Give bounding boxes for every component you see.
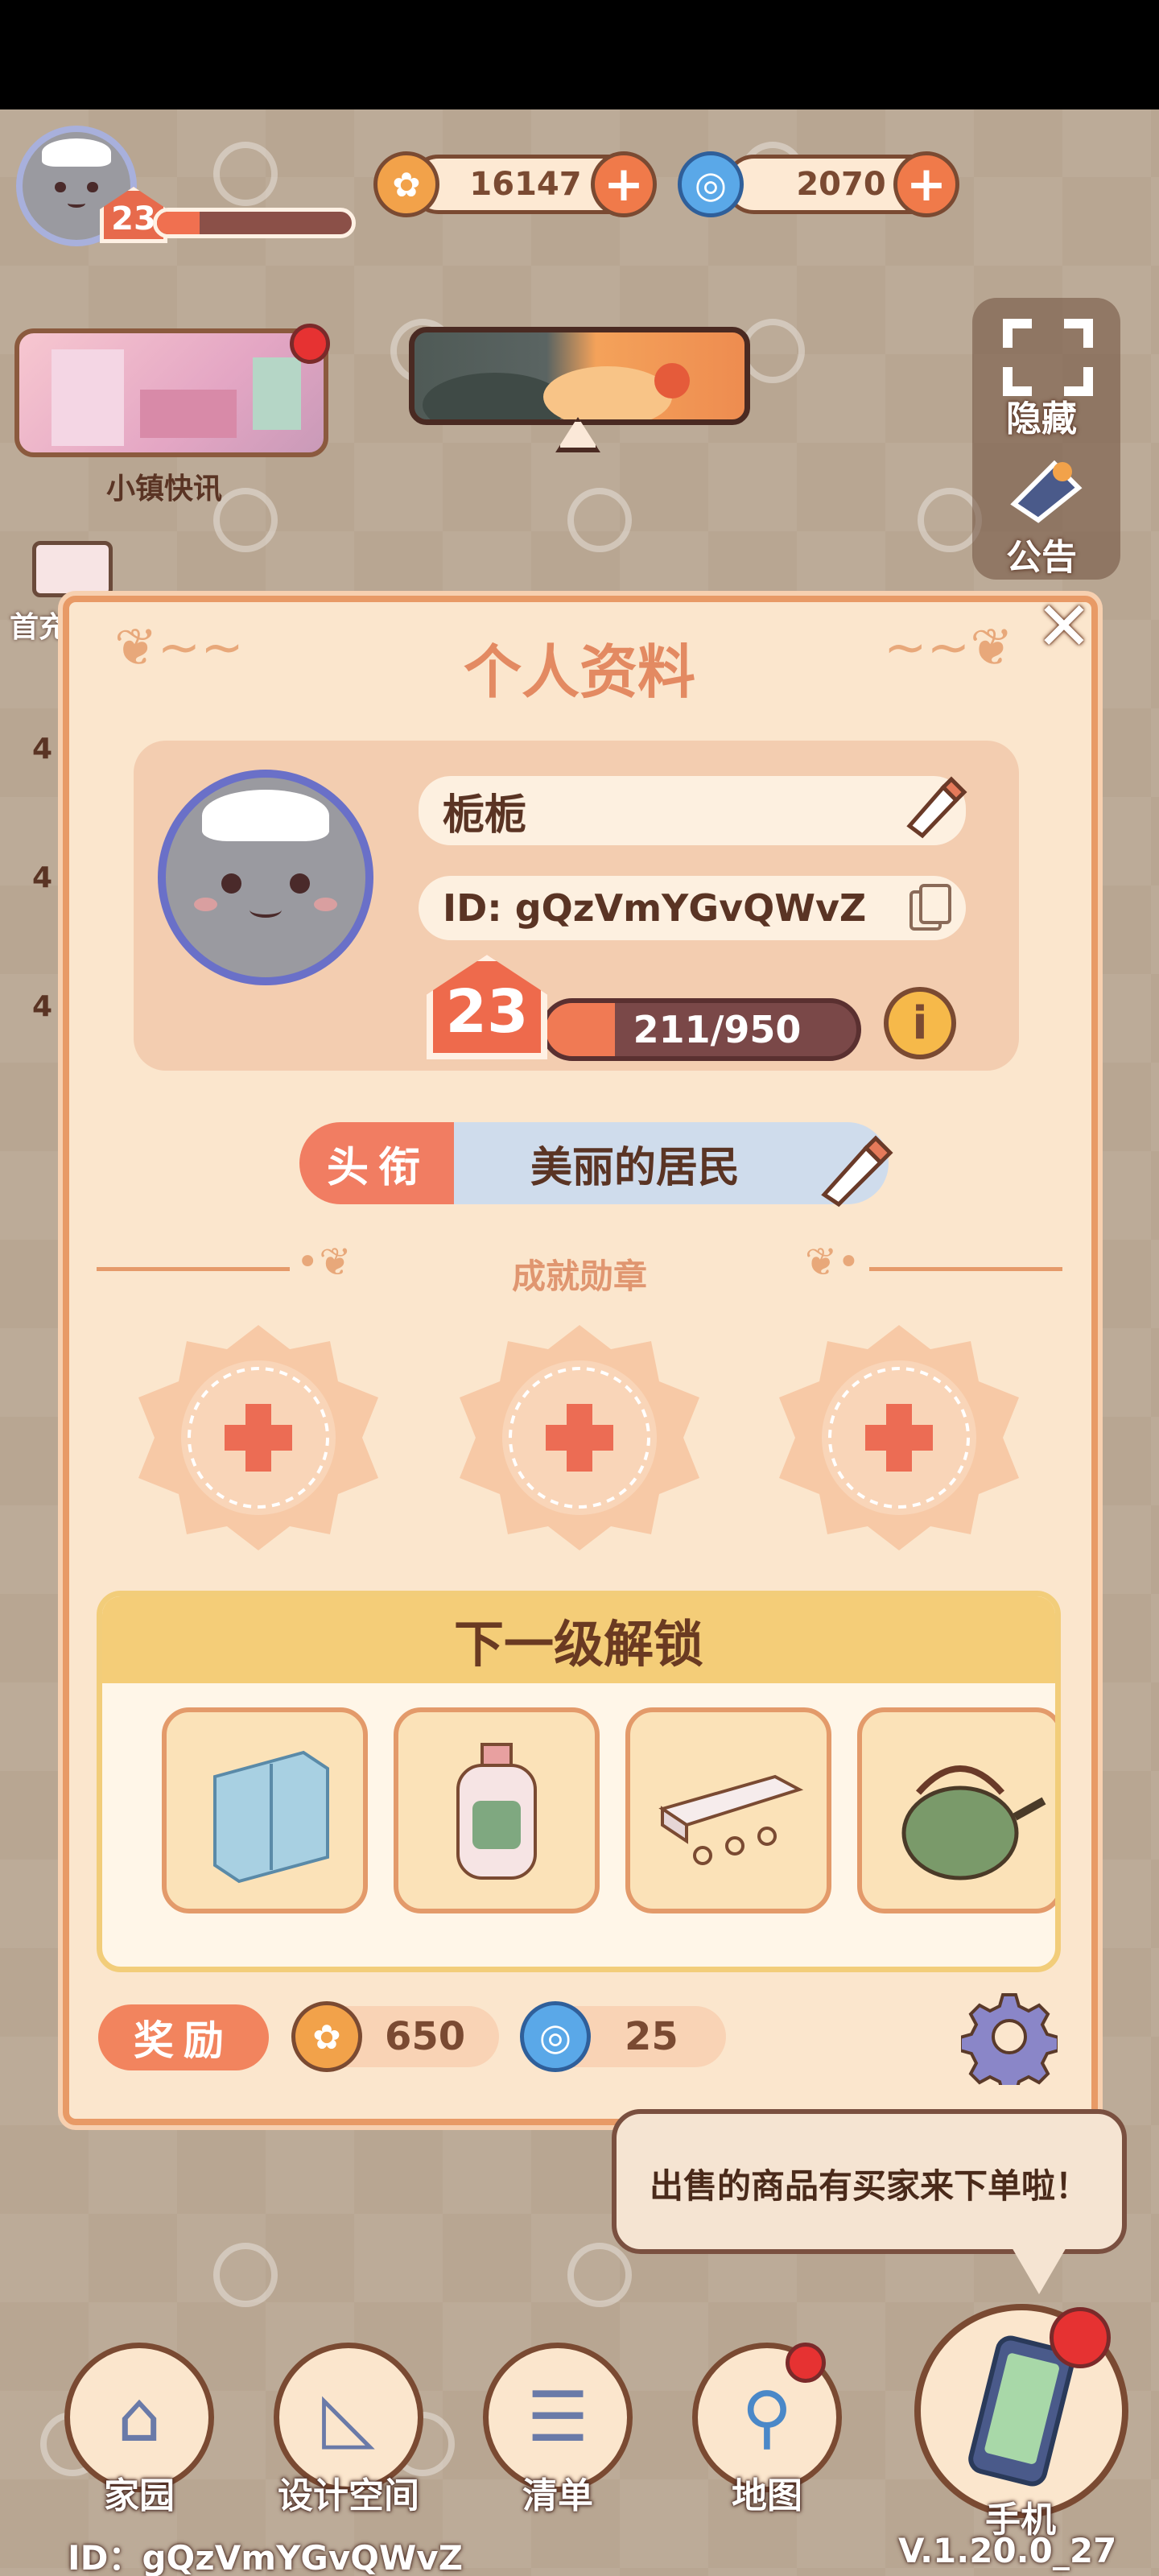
player-id: ID: gQzVmYGvQWvZ <box>443 886 867 930</box>
player-name-field: 栀栀 <box>419 776 966 845</box>
list-icon: ☰ <box>526 2377 589 2458</box>
order-notification-bubble: 出售的商品有买家来下单啦！ <box>612 2109 1127 2254</box>
hide-label: 隐藏 <box>1006 398 1077 440</box>
town-news-card[interactable] <box>14 328 328 457</box>
edit-title-pencil-icon[interactable] <box>813 1124 901 1212</box>
side-count-1: 4 <box>32 733 53 766</box>
add-coins-button[interactable]: + <box>591 151 657 217</box>
side-count-3: 4 <box>32 990 53 1023</box>
profile-avatar[interactable] <box>158 770 373 985</box>
reward-label: 奖励 <box>98 2004 269 2070</box>
reward-coins: 650 <box>385 2014 466 2059</box>
edit-name-pencil-icon[interactable] <box>898 770 971 842</box>
side-count-2: 4 <box>32 861 53 894</box>
medal-slot-3[interactable] <box>769 1325 1029 1550</box>
achievements-title: 成就勋章 <box>511 1257 647 1296</box>
player-id-field: ID: gQzVmYGvQWvZ <box>419 876 966 940</box>
first-charge-icon[interactable] <box>32 541 113 597</box>
coin-amount: 16147 <box>469 166 582 203</box>
wall-shelf-icon <box>658 1774 804 1865</box>
green-kettle-icon <box>901 1765 1046 1880</box>
medal-slot-2[interactable] <box>450 1325 709 1550</box>
add-gems-button[interactable]: + <box>893 151 959 217</box>
house-icon: ⌂ <box>117 2377 162 2458</box>
unlock-items-scroller[interactable] <box>162 1707 1055 1918</box>
reward-gems: 25 <box>625 2014 678 2059</box>
nav-map-label: 地图 <box>732 2475 802 2516</box>
announcement-label: 公告 <box>1006 537 1077 578</box>
footer-version: V.1.20.0_27 <box>898 2531 1117 2570</box>
nav-home-label: 家园 <box>104 2475 175 2516</box>
nav-list-label: 清单 <box>522 2475 593 2516</box>
gem-amount: 2070 <box>796 166 886 203</box>
news-notification-dot <box>290 324 330 364</box>
next-level-unlock-panel: 下一级解锁 <box>97 1591 1061 1972</box>
divider-right <box>869 1267 1062 1271</box>
phone-notification-dot <box>1050 2307 1111 2368</box>
map-pin-icon: ⚲ <box>741 2377 793 2458</box>
divider-flourish-right-icon: ❦• <box>805 1240 860 1285</box>
weather-banner[interactable] <box>409 327 750 425</box>
unlock-item-detergent[interactable] <box>394 1707 600 1913</box>
unlock-item-wall-shelf[interactable] <box>625 1707 831 1913</box>
medal-slot-1[interactable] <box>129 1325 388 1550</box>
room-preview-icon <box>52 349 301 446</box>
detergent-bottle-icon <box>456 1743 537 1880</box>
weather-sun-icon <box>423 363 690 419</box>
xp-bar: 211/950 <box>541 998 861 1061</box>
blue-cabinet-icon <box>213 1750 329 1884</box>
town-news-label: 小镇快讯 <box>106 473 223 506</box>
order-notification-text: 出售的商品有买家来下单啦！ <box>649 2166 1089 2206</box>
coin-icon: ✿ <box>373 151 439 217</box>
unlock-title: 下一级解锁 <box>102 1596 1055 1683</box>
player-name: 栀栀 <box>443 791 527 840</box>
map-notification-dot <box>786 2343 826 2383</box>
status-bar <box>0 0 1159 109</box>
gem-icon: ◎ <box>678 151 744 217</box>
reward-coin-icon: ✿ <box>291 2001 362 2072</box>
footer-player-id: ID：gQzVmYGvQWvZ <box>68 2538 464 2576</box>
nav-design-label: 设计空间 <box>278 2475 419 2516</box>
announcement-icon[interactable] <box>998 448 1095 528</box>
level-info-button[interactable]: i <box>884 987 956 1059</box>
settings-gear-icon[interactable] <box>961 1988 1058 2085</box>
title-tag-label: 头衔 <box>299 1122 457 1204</box>
reward-gem-icon: ◎ <box>520 2001 591 2072</box>
unlock-item-blue-cabinet[interactable] <box>162 1707 368 1913</box>
copy-id-icon[interactable] <box>908 882 953 934</box>
unlock-item-kettle[interactable] <box>857 1707 1055 1913</box>
ruler-icon: ◺ <box>321 2377 376 2458</box>
modal-title: 个人资料 <box>463 638 695 706</box>
xp-text: 211/950 <box>633 1008 802 1051</box>
xp-bar-hud <box>153 208 356 238</box>
close-button[interactable]: ✕ <box>1032 592 1096 660</box>
hide-ui-icon[interactable] <box>1003 319 1093 396</box>
